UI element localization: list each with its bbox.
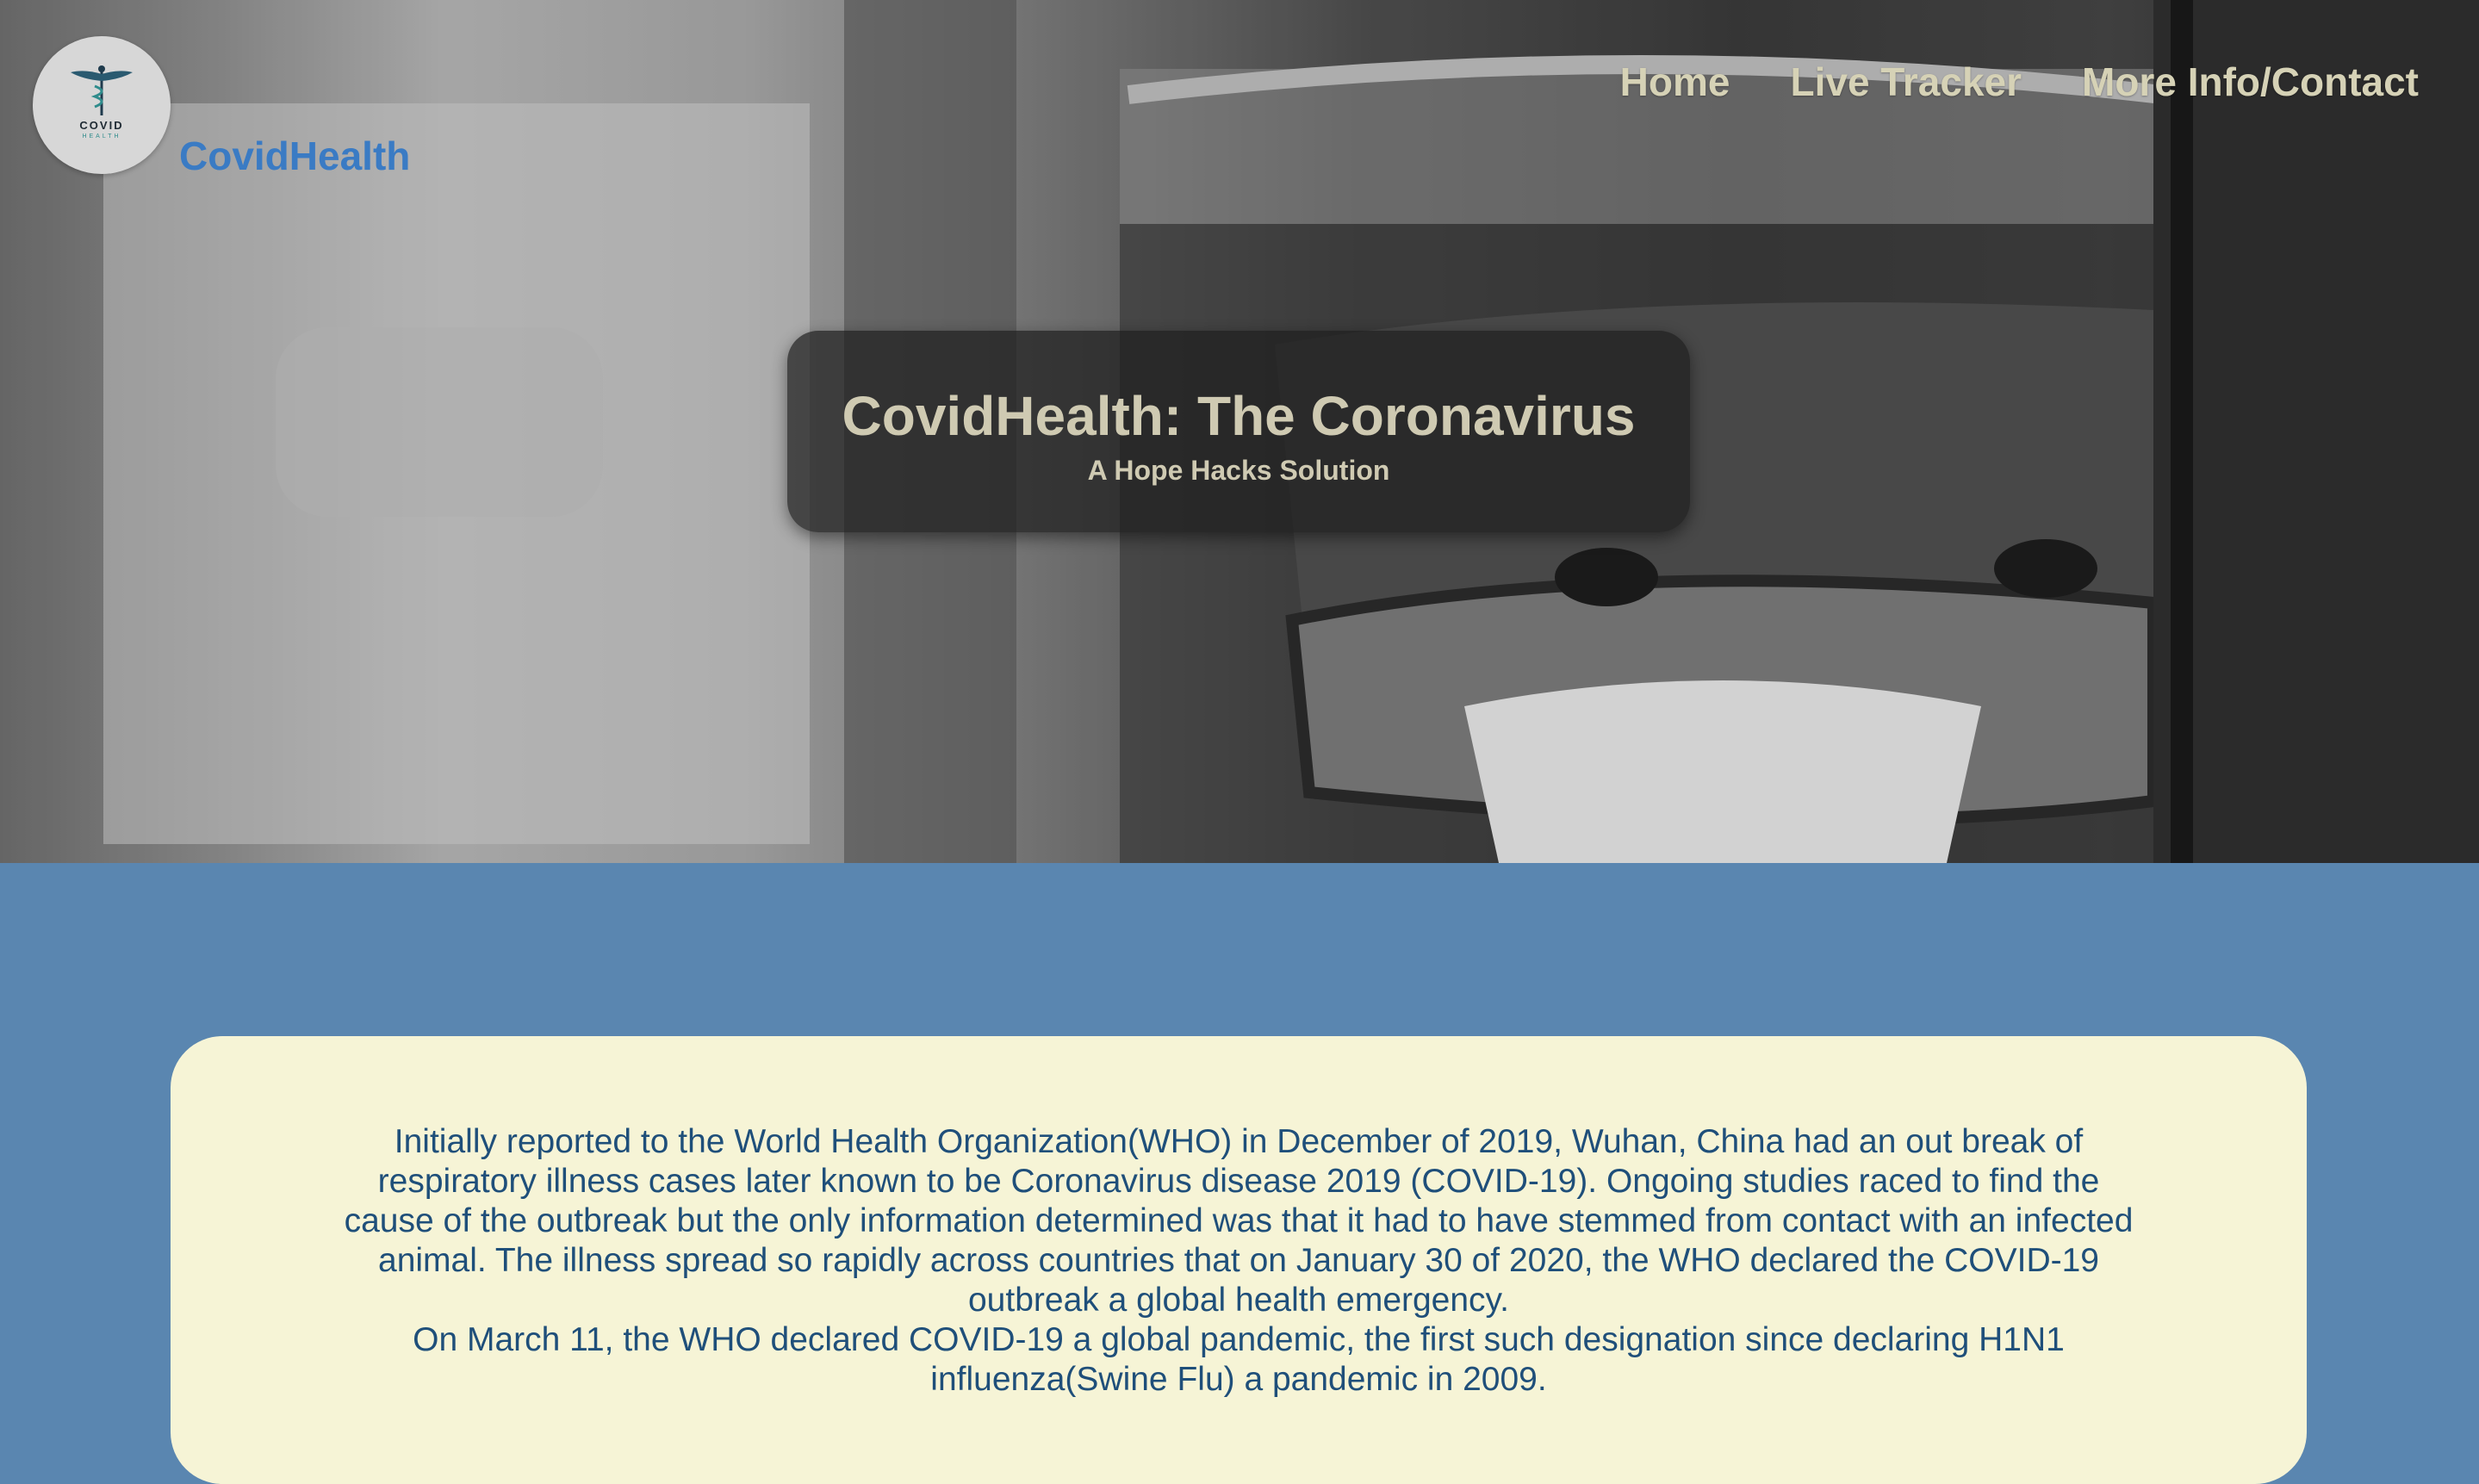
brand-name[interactable]: CovidHealth — [179, 133, 410, 179]
hero-title-box: CovidHealth: The Coronavirus A Hope Hack… — [787, 331, 1690, 532]
logo-subtext: HEALTH — [82, 133, 121, 140]
main-nav: Home Live Tracker More Info/Contact — [1620, 59, 2419, 105]
intro-card: Initially reported to the World Health O… — [171, 1036, 2307, 1484]
caduceus-icon — [71, 65, 133, 115]
nav-live-tracker[interactable]: Live Tracker — [1790, 59, 2022, 105]
intro-text: Initially reported to the World Health O… — [343, 1122, 2134, 1400]
nav-more-info-contact[interactable]: More Info/Contact — [2082, 59, 2419, 105]
hero-title: CovidHealth: The Coronavirus — [842, 385, 1636, 447]
hero-banner: COVID HEALTH CovidHealth Home Live Track… — [0, 0, 2479, 863]
hero-subtitle: A Hope Hacks Solution — [1087, 455, 1390, 486]
intro-paragraph: Initially reported to the World Health O… — [344, 1123, 2134, 1319]
site-logo[interactable]: COVID HEALTH — [33, 36, 171, 174]
logo-wordmark: COVID — [79, 119, 124, 132]
intro-paragraph: On March 11, the WHO declared COVID-19 a… — [413, 1321, 2065, 1398]
nav-home[interactable]: Home — [1620, 59, 1730, 105]
